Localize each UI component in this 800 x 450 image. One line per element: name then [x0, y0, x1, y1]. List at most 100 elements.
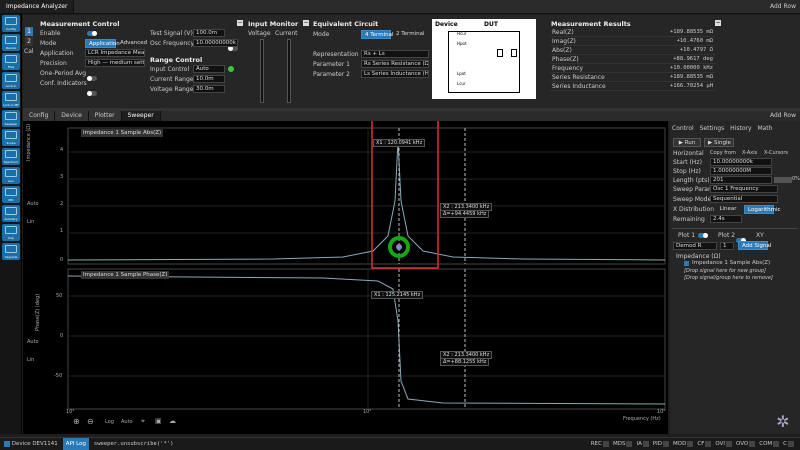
tab-impedance-analyzer[interactable]: Impedance Analyzer	[0, 0, 75, 13]
tree-item-abs-z[interactable]: Impedance 1 Sample Abs(Z)	[692, 260, 770, 266]
plot1-select[interactable]: Plot 1	[678, 232, 695, 239]
sidebar-button-0[interactable]: Config	[2, 15, 20, 32]
xy-select[interactable]: XY	[756, 232, 764, 239]
collapse-measurement-icon[interactable]: −	[237, 20, 243, 26]
plot2-select[interactable]: Plot 2	[718, 232, 735, 239]
logarithmic-button[interactable]: Logarithmic	[744, 205, 781, 214]
cal-tab[interactable]: Cal	[24, 48, 34, 55]
representation-select[interactable]: Rs + Ls	[361, 50, 429, 58]
sidebar-button-label: Device	[5, 46, 17, 50]
plot2-lin-button[interactable]: Lin	[27, 357, 34, 363]
sidebar-button-12[interactable]: Upgrade	[2, 243, 20, 260]
sweep-mode-select[interactable]: Sequential	[710, 195, 778, 203]
xtick-1e5: 10⁵	[363, 409, 372, 415]
linear-button[interactable]: Linear	[715, 205, 741, 214]
x-cursors-button[interactable]: X-Cursors	[764, 150, 788, 156]
demod-select[interactable]: Demod R	[673, 242, 717, 250]
add-signal-button[interactable]: Add Signal	[738, 241, 771, 250]
remaining-label: Remaining	[673, 216, 705, 223]
plot1-legend[interactable]: Impedance 1 Sample Abs(Z)	[81, 129, 164, 137]
plot2-legend[interactable]: Impedance 1 Sample Phase(Z)	[81, 271, 170, 279]
application-select[interactable]: LCR Impedance Meas ▾	[85, 49, 145, 57]
sidebar-button-5[interactable]: Sweeper	[2, 110, 20, 127]
current-range-input[interactable]: 10.0m	[193, 75, 225, 83]
add-row-button[interactable]: Add Row	[770, 3, 796, 10]
status-flag-led	[642, 440, 649, 447]
sidebar-button-9[interactable]: PID	[2, 186, 20, 203]
sidebar-button-2[interactable]: Files	[2, 53, 20, 70]
xtick-1e4: 10⁴	[66, 409, 75, 415]
device-label: Device	[11, 441, 31, 447]
zoom-out-icon[interactable]: ⊖	[87, 417, 94, 426]
plot1-lin-button[interactable]: Lin	[27, 219, 34, 225]
osc-frequency-input[interactable]: 10.00000000k	[193, 39, 238, 47]
x-auto-button[interactable]: Auto	[121, 419, 133, 425]
add-row-lower-button[interactable]: Add Row	[770, 112, 796, 119]
sidebar-button-7[interactable]: Spectrum	[2, 148, 20, 165]
channel-tab-2[interactable]: 2	[25, 37, 33, 46]
x-log-button[interactable]: Log	[105, 419, 114, 425]
tree-root-impedance[interactable]: Impedance (Ω)	[676, 253, 721, 260]
status-bar: Device DEV1141 API Log sweeper.unsubscri…	[0, 437, 800, 450]
mode-2terminal-button[interactable]: 2 Terminal	[393, 30, 425, 39]
cloud-icon[interactable]: ☁	[169, 417, 176, 425]
mode-4terminal-button[interactable]: 4 Terminal	[361, 30, 394, 39]
x-axis-button[interactable]: X-Axis	[742, 150, 757, 156]
network-icon[interactable]: ✲	[770, 412, 796, 434]
tab-device[interactable]: Device	[55, 111, 89, 121]
tab-history[interactable]: History	[730, 125, 751, 132]
run-button[interactable]: ▶ Run	[673, 138, 701, 147]
sidebar-button-6[interactable]: Scope	[2, 129, 20, 146]
status-flag: COM	[757, 438, 781, 450]
stop-input[interactable]: 1.00000000M	[710, 167, 772, 175]
enable-toggle[interactable]	[87, 31, 97, 36]
plot2-auto-button[interactable]: Auto	[27, 339, 39, 345]
channel-tab-1[interactable]: 1	[25, 27, 33, 36]
test-signal-input[interactable]: 100.0m	[193, 29, 225, 37]
sidebar-button-8[interactable]: Aux	[2, 167, 20, 184]
plot1-toggle[interactable]	[698, 233, 708, 238]
save-plot-icon[interactable]: ▣	[155, 417, 162, 425]
drop-new-group[interactable]: [Drop signal here for new group]	[684, 268, 766, 274]
plot1-auto-button[interactable]: Auto	[27, 201, 39, 207]
start-input[interactable]: 10.00000000k	[710, 158, 772, 166]
tab-plotter[interactable]: Plotter	[88, 111, 122, 121]
range-control-title: Range Control	[150, 56, 203, 64]
status-flag: PID	[651, 438, 671, 450]
length-input[interactable]: 201	[710, 176, 772, 184]
collapse-results-icon[interactable]: −	[715, 20, 721, 26]
sidebar-button-11[interactable]: Imp	[2, 224, 20, 241]
cursor-icon[interactable]: ⌖	[141, 417, 145, 426]
conf-indicators-toggle[interactable]	[87, 91, 97, 96]
mode-application-button[interactable]: Application	[85, 39, 120, 48]
collapse-monitor-icon[interactable]: −	[303, 20, 309, 26]
tab-config[interactable]: Config	[23, 111, 56, 121]
tree-item-checkbox[interactable]	[684, 261, 689, 266]
input-control-select[interactable]: Auto	[193, 65, 225, 73]
mode-advanced-button[interactable]: Advanced	[117, 39, 147, 48]
single-button[interactable]: ▶ Single	[704, 138, 734, 147]
tab-math[interactable]: Math	[757, 125, 772, 132]
sidebar-button-3[interactable]: Lock-in	[2, 72, 20, 89]
one-period-toggle[interactable]	[87, 76, 97, 81]
tab-sweeper[interactable]: Sweeper	[121, 111, 161, 121]
demod-index-select[interactable]: 1	[720, 242, 734, 250]
tab-settings[interactable]: Settings	[700, 125, 725, 132]
sidebar-button-4[interactable]: Lock-in MF	[2, 91, 20, 108]
voltage-range-input[interactable]: 30.0m	[193, 85, 225, 93]
plot1-ytick-2: 2	[60, 201, 64, 207]
sweep-param-select[interactable]: Osc 1 Frequency	[710, 185, 778, 193]
api-log-button[interactable]: API Log	[62, 438, 89, 450]
plot1-x1-label: X1 : 120.0941 kHz	[373, 139, 426, 147]
sidebar-button-1[interactable]: Device	[2, 34, 20, 51]
status-flag-label: COM	[759, 441, 773, 447]
sidebar-button-label: Scope	[6, 141, 16, 145]
precision-select[interactable]: High — medium settlin ▾	[85, 59, 145, 67]
result-row: Series Inductance +166.70254 µH	[550, 82, 715, 91]
eq-mode-label: Mode	[313, 31, 330, 38]
drop-remove[interactable]: [Drop signal/group here to remove]	[684, 275, 773, 281]
sidebar-button-10[interactable]: Auxiliary	[2, 205, 20, 222]
zoom-in-icon[interactable]: ⊕	[73, 417, 80, 426]
sidebar-button-label: Aux	[8, 179, 14, 183]
tab-control[interactable]: Control	[672, 125, 694, 132]
